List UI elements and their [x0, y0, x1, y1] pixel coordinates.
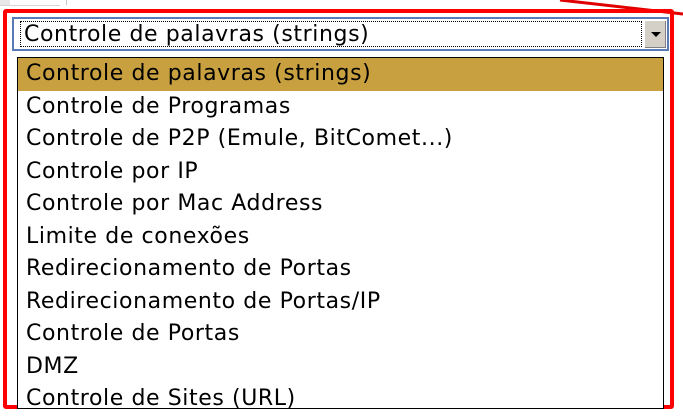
- option-redirecionamento-de-portas[interactable]: Redirecionamento de Portas: [18, 253, 663, 286]
- option-controle-de-palavras[interactable]: Controle de palavras (strings): [18, 58, 663, 91]
- option-redirecionamento-de-portas-ip[interactable]: Redirecionamento de Portas/IP: [18, 286, 663, 319]
- dropdown-toggle-button[interactable]: [644, 20, 666, 48]
- option-controle-de-sites[interactable]: Controle de Sites (URL): [18, 383, 663, 408]
- option-dmz[interactable]: DMZ: [18, 351, 663, 384]
- option-controle-de-programas[interactable]: Controle de Programas: [18, 91, 663, 124]
- option-controle-de-p2p[interactable]: Controle de P2P (Emule, BitComet...): [18, 123, 663, 156]
- option-controle-por-ip[interactable]: Controle por IP: [18, 156, 663, 189]
- select-current-value: Controle de palavras (strings): [24, 22, 370, 47]
- screenshot-stage: Controle de palavras (strings) Controle …: [0, 0, 683, 418]
- rule-type-select[interactable]: Controle de palavras (strings): [12, 17, 669, 51]
- dropdown-options-list: Controle de palavras (strings) Controle …: [17, 57, 664, 409]
- option-controle-por-mac-address[interactable]: Controle por Mac Address: [18, 188, 663, 221]
- option-limite-de-conexoes[interactable]: Limite de conexões: [18, 221, 663, 254]
- option-controle-de-portas[interactable]: Controle de Portas: [18, 318, 663, 351]
- chevron-down-icon: [651, 32, 661, 37]
